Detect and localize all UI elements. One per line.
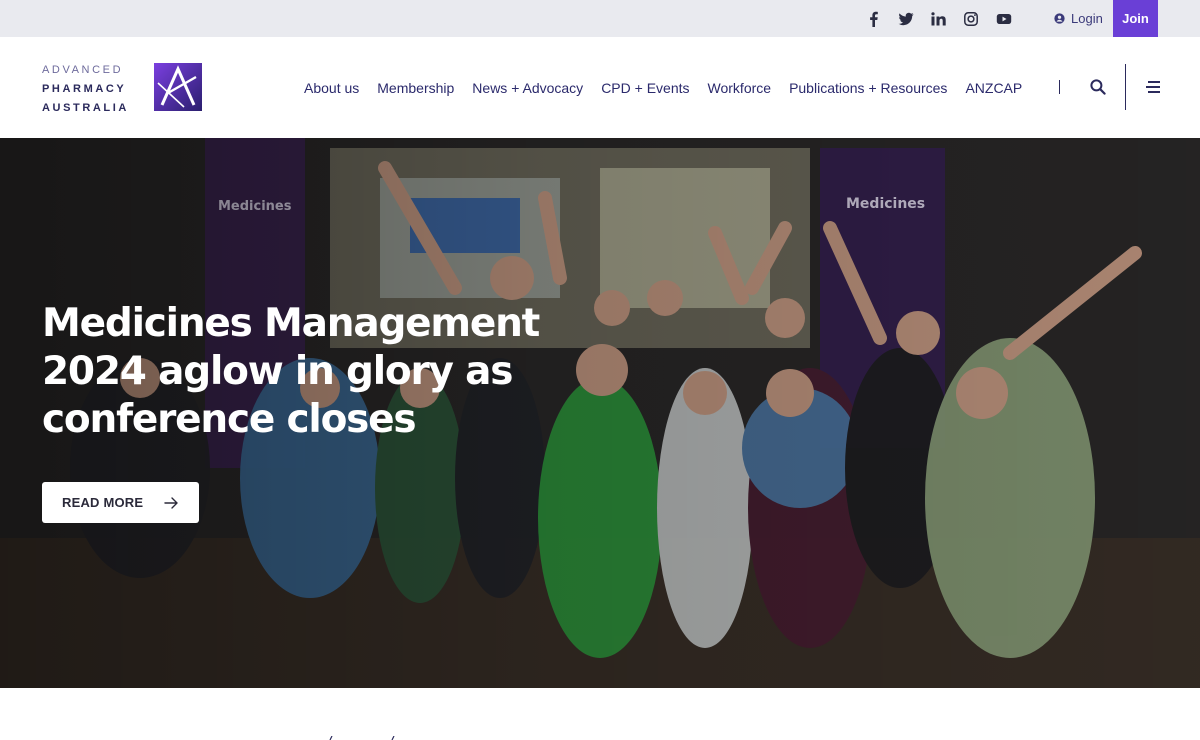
facebook-icon[interactable] xyxy=(866,11,882,27)
site-header: ADVANCED PHARMACY AUSTRALIA About us Mem… xyxy=(0,37,1200,138)
menu-icon[interactable] xyxy=(1144,80,1160,94)
main-nav: About us Membership News + Advocacy CPD … xyxy=(304,37,1022,138)
linkedin-icon[interactable] xyxy=(930,11,946,27)
join-button[interactable]: Join xyxy=(1113,0,1158,37)
logo-line-1: ADVANCED xyxy=(42,64,124,76)
top-utility-bar: Login Join xyxy=(0,0,1200,37)
login-label: Login xyxy=(1071,11,1103,26)
arrow-right-icon xyxy=(164,497,178,509)
nav-item-anzcap[interactable]: ANZCAP xyxy=(965,80,1022,96)
read-more-button[interactable]: READ MORE xyxy=(42,482,199,523)
twitter-icon[interactable] xyxy=(898,11,914,27)
partial-heading-glyphs xyxy=(329,736,395,740)
hero-title: Medicines Management 2024 aglow in glory… xyxy=(42,301,540,442)
nav-divider xyxy=(1059,80,1060,94)
nav-item-news-advocacy[interactable]: News + Advocacy xyxy=(472,80,583,96)
nav-item-cpd-events[interactable]: CPD + Events xyxy=(601,80,689,96)
search-icon[interactable] xyxy=(1089,78,1107,96)
nav-item-about-us[interactable]: About us xyxy=(304,80,359,96)
user-icon xyxy=(1054,13,1065,24)
logo-mark-icon xyxy=(154,63,202,111)
hero-banner: Medicines Medicines xyxy=(0,138,1200,688)
logo-wordmark: ADVANCED PHARMACY AUSTRALIA xyxy=(42,61,154,118)
site-logo[interactable]: ADVANCED PHARMACY AUSTRALIA xyxy=(42,61,204,114)
nav-item-membership[interactable]: Membership xyxy=(377,80,454,96)
youtube-icon[interactable] xyxy=(996,11,1012,27)
logo-line-2: PHARMACY xyxy=(42,83,127,95)
read-more-label: READ MORE xyxy=(62,495,144,510)
header-divider xyxy=(1125,64,1126,110)
instagram-icon[interactable] xyxy=(963,11,979,27)
nav-item-publications-resources[interactable]: Publications + Resources xyxy=(789,80,947,96)
login-link[interactable]: Login xyxy=(1054,0,1103,37)
logo-line-3: AUSTRALIA xyxy=(42,102,129,114)
nav-item-workforce[interactable]: Workforce xyxy=(708,80,772,96)
next-section xyxy=(0,688,1200,740)
